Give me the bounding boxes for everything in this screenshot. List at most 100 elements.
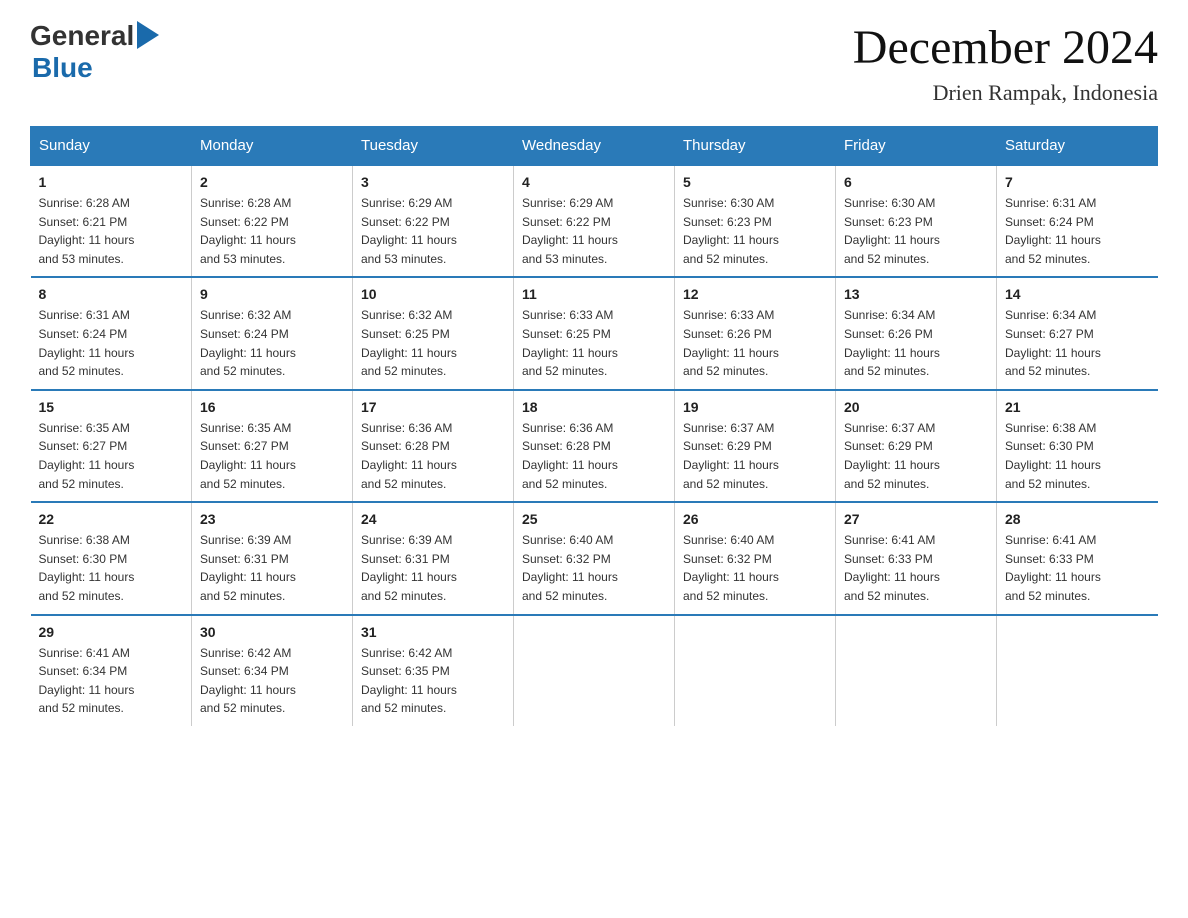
day-cell: 30 Sunrise: 6:42 AM Sunset: 6:34 PM Dayl… [192,615,353,726]
day-cell: 17 Sunrise: 6:36 AM Sunset: 6:28 PM Dayl… [353,390,514,502]
day-cell: 12 Sunrise: 6:33 AM Sunset: 6:26 PM Dayl… [675,277,836,389]
col-monday: Monday [192,127,353,166]
day-cell: 25 Sunrise: 6:40 AM Sunset: 6:32 PM Dayl… [514,502,675,614]
day-info: Sunrise: 6:37 AM Sunset: 6:29 PM Dayligh… [844,419,988,493]
day-cell: 22 Sunrise: 6:38 AM Sunset: 6:30 PM Dayl… [31,502,192,614]
day-info: Sunrise: 6:36 AM Sunset: 6:28 PM Dayligh… [522,419,666,493]
day-number: 5 [683,174,827,190]
logo: General Blue [30,20,159,84]
day-info: Sunrise: 6:42 AM Sunset: 6:35 PM Dayligh… [361,644,505,718]
day-cell: 28 Sunrise: 6:41 AM Sunset: 6:33 PM Dayl… [997,502,1158,614]
day-number: 22 [39,511,184,527]
day-cell [997,615,1158,726]
day-info: Sunrise: 6:31 AM Sunset: 6:24 PM Dayligh… [1005,194,1150,268]
day-cell: 10 Sunrise: 6:32 AM Sunset: 6:25 PM Dayl… [353,277,514,389]
day-cell: 23 Sunrise: 6:39 AM Sunset: 6:31 PM Dayl… [192,502,353,614]
day-number: 17 [361,399,505,415]
day-number: 15 [39,399,184,415]
day-number: 23 [200,511,344,527]
day-number: 25 [522,511,666,527]
day-info: Sunrise: 6:37 AM Sunset: 6:29 PM Dayligh… [683,419,827,493]
day-info: Sunrise: 6:29 AM Sunset: 6:22 PM Dayligh… [522,194,666,268]
day-cell: 2 Sunrise: 6:28 AM Sunset: 6:22 PM Dayli… [192,165,353,277]
day-number: 10 [361,286,505,302]
day-cell: 16 Sunrise: 6:35 AM Sunset: 6:27 PM Dayl… [192,390,353,502]
day-number: 2 [200,174,344,190]
day-cell: 1 Sunrise: 6:28 AM Sunset: 6:21 PM Dayli… [31,165,192,277]
day-cell: 11 Sunrise: 6:33 AM Sunset: 6:25 PM Dayl… [514,277,675,389]
calendar-table: Sunday Monday Tuesday Wednesday Thursday… [30,126,1158,726]
day-info: Sunrise: 6:28 AM Sunset: 6:21 PM Dayligh… [39,194,184,268]
day-number: 26 [683,511,827,527]
logo-blue-text: Blue [32,52,93,83]
day-cell: 29 Sunrise: 6:41 AM Sunset: 6:34 PM Dayl… [31,615,192,726]
day-info: Sunrise: 6:35 AM Sunset: 6:27 PM Dayligh… [200,419,344,493]
day-info: Sunrise: 6:40 AM Sunset: 6:32 PM Dayligh… [522,531,666,605]
day-number: 30 [200,624,344,640]
month-title: December 2024 [853,20,1158,75]
day-info: Sunrise: 6:36 AM Sunset: 6:28 PM Dayligh… [361,419,505,493]
day-info: Sunrise: 6:30 AM Sunset: 6:23 PM Dayligh… [683,194,827,268]
week-row-1: 1 Sunrise: 6:28 AM Sunset: 6:21 PM Dayli… [31,165,1158,277]
day-number: 9 [200,286,344,302]
col-thursday: Thursday [675,127,836,166]
day-cell: 19 Sunrise: 6:37 AM Sunset: 6:29 PM Dayl… [675,390,836,502]
title-block: December 2024 Drien Rampak, Indonesia [853,20,1158,106]
location-subtitle: Drien Rampak, Indonesia [853,80,1158,106]
col-wednesday: Wednesday [514,127,675,166]
day-info: Sunrise: 6:38 AM Sunset: 6:30 PM Dayligh… [1005,419,1150,493]
day-number: 6 [844,174,988,190]
day-cell: 15 Sunrise: 6:35 AM Sunset: 6:27 PM Dayl… [31,390,192,502]
day-info: Sunrise: 6:41 AM Sunset: 6:33 PM Dayligh… [1005,531,1150,605]
col-saturday: Saturday [997,127,1158,166]
day-number: 27 [844,511,988,527]
day-cell: 21 Sunrise: 6:38 AM Sunset: 6:30 PM Dayl… [997,390,1158,502]
day-info: Sunrise: 6:35 AM Sunset: 6:27 PM Dayligh… [39,419,184,493]
day-info: Sunrise: 6:42 AM Sunset: 6:34 PM Dayligh… [200,644,344,718]
day-info: Sunrise: 6:31 AM Sunset: 6:24 PM Dayligh… [39,306,184,380]
day-number: 29 [39,624,184,640]
day-number: 11 [522,286,666,302]
day-cell [675,615,836,726]
logo-general-text: General [30,20,134,52]
day-number: 13 [844,286,988,302]
day-cell: 13 Sunrise: 6:34 AM Sunset: 6:26 PM Dayl… [836,277,997,389]
day-number: 1 [39,174,184,190]
day-cell: 6 Sunrise: 6:30 AM Sunset: 6:23 PM Dayli… [836,165,997,277]
day-cell: 9 Sunrise: 6:32 AM Sunset: 6:24 PM Dayli… [192,277,353,389]
day-cell: 24 Sunrise: 6:39 AM Sunset: 6:31 PM Dayl… [353,502,514,614]
day-cell: 14 Sunrise: 6:34 AM Sunset: 6:27 PM Dayl… [997,277,1158,389]
day-info: Sunrise: 6:41 AM Sunset: 6:34 PM Dayligh… [39,644,184,718]
day-number: 19 [683,399,827,415]
day-info: Sunrise: 6:32 AM Sunset: 6:25 PM Dayligh… [361,306,505,380]
day-cell: 5 Sunrise: 6:30 AM Sunset: 6:23 PM Dayli… [675,165,836,277]
week-row-5: 29 Sunrise: 6:41 AM Sunset: 6:34 PM Dayl… [31,615,1158,726]
day-info: Sunrise: 6:33 AM Sunset: 6:25 PM Dayligh… [522,306,666,380]
day-number: 12 [683,286,827,302]
day-cell [514,615,675,726]
day-number: 7 [1005,174,1150,190]
day-number: 8 [39,286,184,302]
day-cell: 31 Sunrise: 6:42 AM Sunset: 6:35 PM Dayl… [353,615,514,726]
day-number: 4 [522,174,666,190]
day-info: Sunrise: 6:34 AM Sunset: 6:27 PM Dayligh… [1005,306,1150,380]
day-cell: 7 Sunrise: 6:31 AM Sunset: 6:24 PM Dayli… [997,165,1158,277]
logo-arrow-icon [137,21,159,49]
calendar-header: Sunday Monday Tuesday Wednesday Thursday… [31,127,1158,166]
day-cell: 20 Sunrise: 6:37 AM Sunset: 6:29 PM Dayl… [836,390,997,502]
day-cell: 8 Sunrise: 6:31 AM Sunset: 6:24 PM Dayli… [31,277,192,389]
day-number: 18 [522,399,666,415]
day-number: 28 [1005,511,1150,527]
day-info: Sunrise: 6:30 AM Sunset: 6:23 PM Dayligh… [844,194,988,268]
col-friday: Friday [836,127,997,166]
week-row-4: 22 Sunrise: 6:38 AM Sunset: 6:30 PM Dayl… [31,502,1158,614]
day-number: 3 [361,174,505,190]
day-number: 14 [1005,286,1150,302]
day-cell: 18 Sunrise: 6:36 AM Sunset: 6:28 PM Dayl… [514,390,675,502]
header-row: Sunday Monday Tuesday Wednesday Thursday… [31,127,1158,166]
day-number: 21 [1005,399,1150,415]
day-number: 31 [361,624,505,640]
day-number: 16 [200,399,344,415]
day-cell: 4 Sunrise: 6:29 AM Sunset: 6:22 PM Dayli… [514,165,675,277]
calendar-body: 1 Sunrise: 6:28 AM Sunset: 6:21 PM Dayli… [31,165,1158,726]
